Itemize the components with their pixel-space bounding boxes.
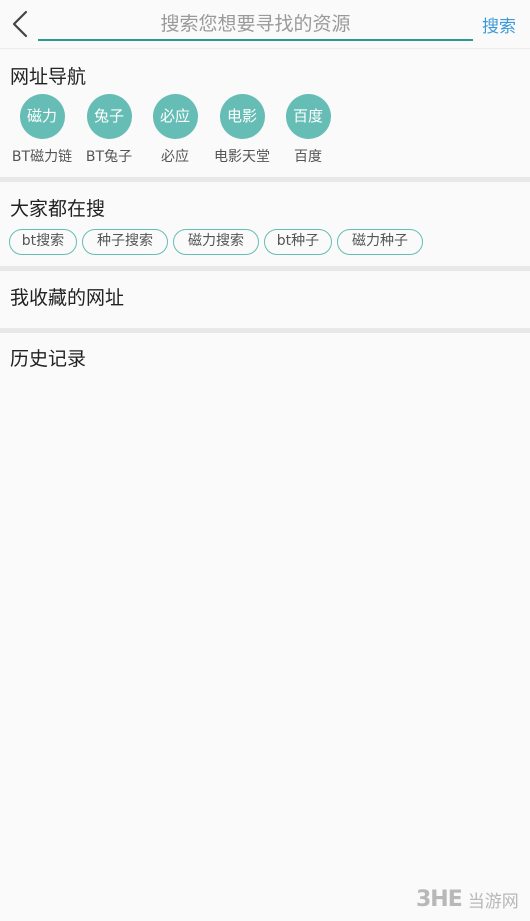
favorites-title: 我收藏的网址 bbox=[10, 287, 125, 309]
nav-label: BT磁力链 bbox=[11, 149, 73, 165]
history-title: 历史记录 bbox=[10, 348, 87, 370]
nav-circle: 百度 bbox=[285, 94, 331, 139]
back-button[interactable] bbox=[6, 6, 34, 42]
nav-circle: 电影 bbox=[219, 94, 265, 139]
hot-tag[interactable]: bt搜索 bbox=[9, 229, 77, 255]
nav-circle: 必应 bbox=[152, 94, 198, 139]
watermark-text: 当游网 bbox=[467, 891, 519, 912]
nav-label: BT兔子 bbox=[85, 149, 133, 165]
nav-item-bing[interactable]: 必应 必应 bbox=[140, 94, 210, 166]
watermark-logo: 3HE bbox=[416, 886, 463, 912]
hot-search-title: 大家都在搜 bbox=[10, 198, 106, 220]
hot-tag[interactable]: bt种子 bbox=[264, 229, 332, 255]
nav-label: 百度 bbox=[294, 149, 322, 165]
watermark: 3HE 当游网 bbox=[416, 884, 526, 914]
nav-section-title: 网址导航 bbox=[10, 66, 87, 88]
hot-tag[interactable]: 磁力搜索 bbox=[173, 229, 259, 255]
favorites-section: 我收藏的网址 bbox=[0, 271, 530, 328]
nav-label: 电影天堂 bbox=[214, 149, 270, 165]
search-box bbox=[38, 8, 473, 41]
nav-section: 网址导航 磁力 BT磁力链 兔子 BT兔子 必应 必应 电影 电影天堂 百度 百… bbox=[0, 49, 530, 177]
nav-item-movie-heaven[interactable]: 电影 电影天堂 bbox=[207, 94, 277, 166]
search-input[interactable] bbox=[38, 8, 473, 39]
hot-tag[interactable]: 种子搜索 bbox=[82, 229, 168, 255]
top-bar: 搜索 bbox=[0, 0, 530, 48]
nav-circle: 兔子 bbox=[86, 94, 132, 139]
search-button[interactable]: 搜索 bbox=[482, 12, 516, 37]
nav-label: 必应 bbox=[161, 149, 189, 165]
hot-tag[interactable]: 磁力种子 bbox=[337, 229, 423, 255]
chevron-left-icon bbox=[12, 10, 28, 38]
history-section: 历史记录 bbox=[0, 333, 530, 873]
nav-item-bt-magnet[interactable]: 磁力 BT磁力链 bbox=[7, 94, 77, 166]
nav-item-baidu[interactable]: 百度 百度 bbox=[273, 94, 343, 166]
nav-item-bt-rabbit[interactable]: 兔子 BT兔子 bbox=[74, 94, 144, 166]
nav-circle: 磁力 bbox=[19, 94, 65, 139]
hot-search-section: 大家都在搜 bbox=[0, 182, 530, 266]
